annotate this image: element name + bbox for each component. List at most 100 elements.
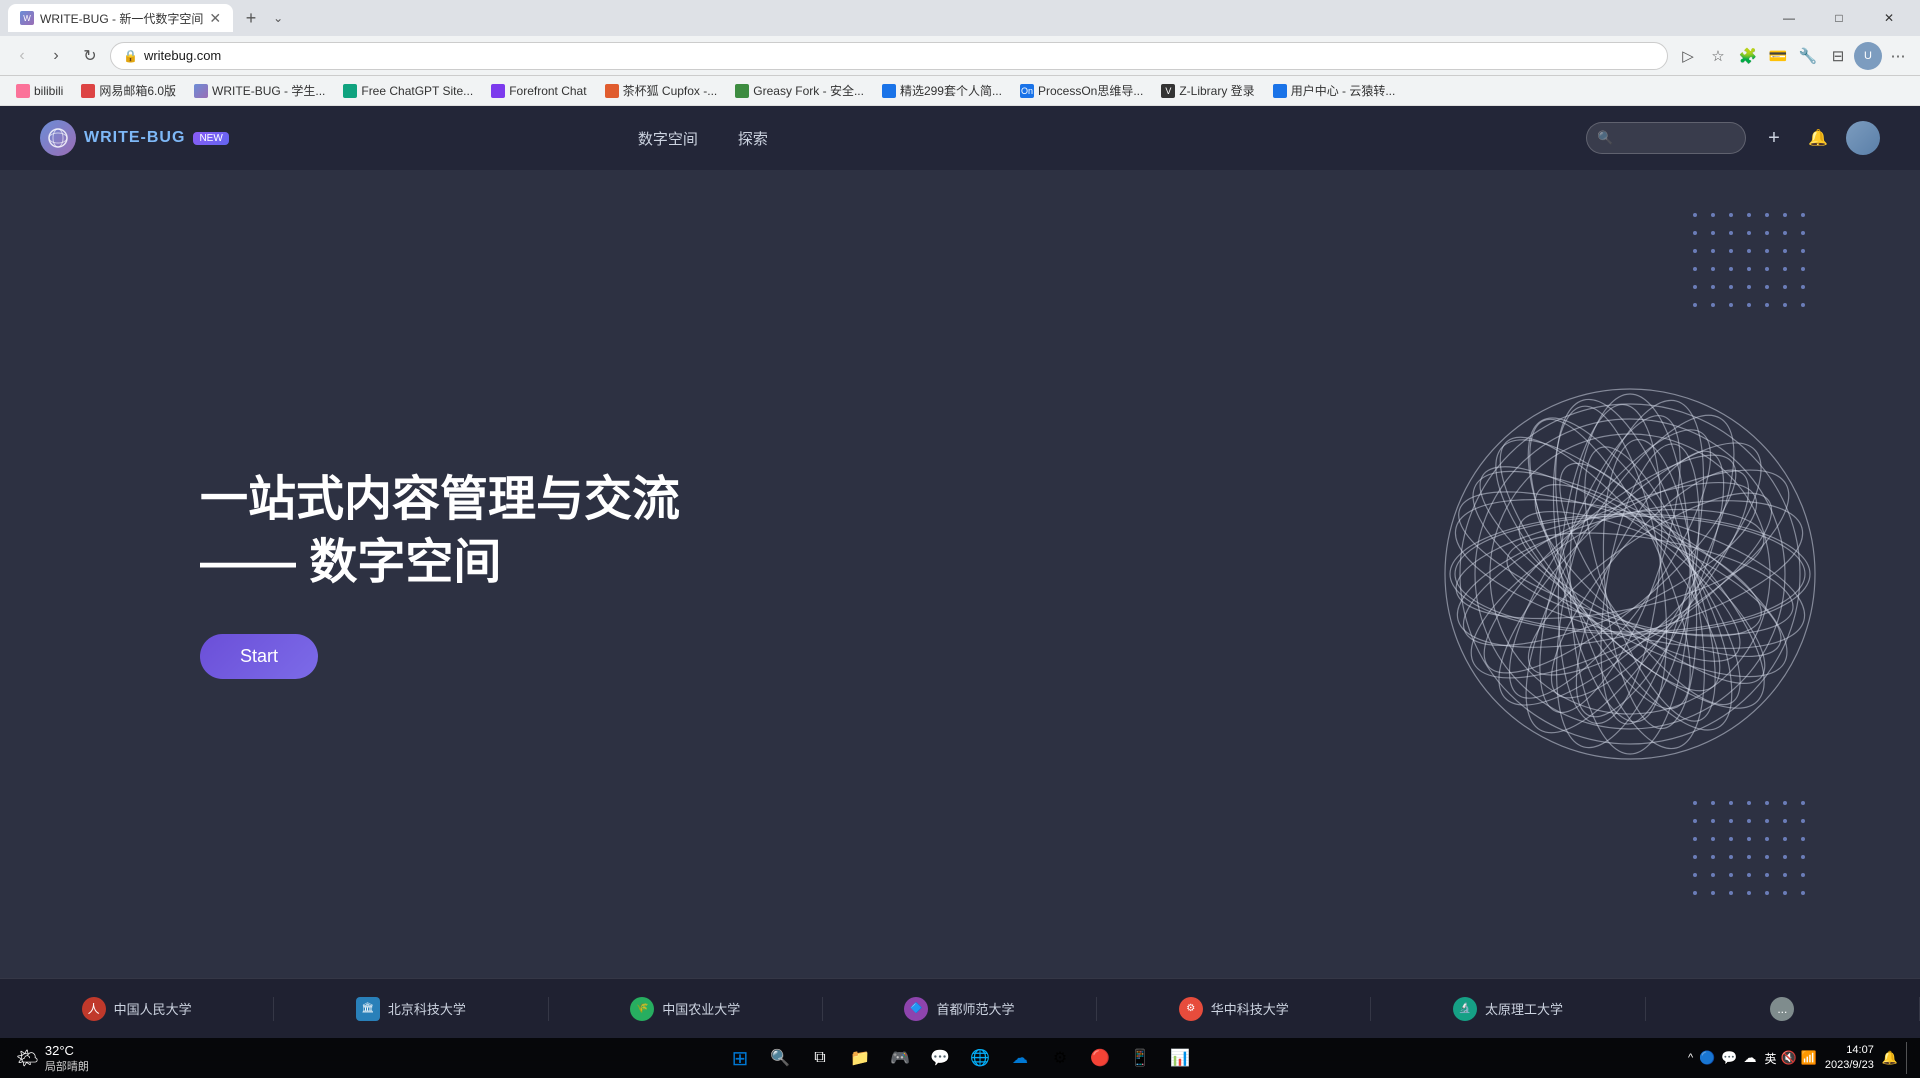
new-tab-button[interactable]: + (237, 4, 265, 32)
processon-favicon: On (1020, 84, 1034, 98)
extension-puzzle-icon[interactable]: 🧩 (1734, 42, 1762, 70)
bookmark-bilibili[interactable]: bilibili (8, 79, 71, 103)
cast-icon[interactable]: ▷ (1674, 42, 1702, 70)
uni-capital-normal[interactable]: 🔷 首都师范大学 (823, 997, 1097, 1021)
decorative-dot (1711, 213, 1715, 217)
phone-button[interactable]: 📱 (1122, 1040, 1158, 1076)
close-button[interactable]: ✕ (1866, 0, 1912, 36)
onedrive-button[interactable]: ☁ (1002, 1040, 1038, 1076)
clock-time: 14:07 (1825, 1043, 1874, 1058)
decorative-dot (1783, 891, 1787, 895)
wechat-button[interactable]: 💬 (922, 1040, 958, 1076)
netease-favicon (81, 84, 95, 98)
bookmark-zlibrary[interactable]: V Z-Library 登录 (1153, 79, 1262, 103)
decorative-dot (1747, 249, 1751, 253)
refresh-button[interactable]: ↻ (76, 42, 104, 70)
search-button[interactable]: 🔍 (762, 1040, 798, 1076)
uni-taiyuan[interactable]: 🔬 太原理工大学 (1371, 997, 1645, 1021)
decorative-dot (1765, 303, 1769, 307)
system-icons: 英 🔇 📶 (1764, 1050, 1816, 1067)
bookmark-processon[interactable]: On ProcessOn思维导... (1012, 79, 1151, 103)
university-bar: 人 中国人民大学 🏛 北京科技大学 🌾 中国农业大学 🔷 首都师范大学 ⚙ 华中… (0, 978, 1920, 1038)
nav-digital-space[interactable]: 数字空间 (638, 128, 698, 149)
bookmark-greasyfork[interactable]: Greasy Fork - 安全... (727, 79, 872, 103)
volume-icon[interactable]: 🔇 (1781, 1050, 1797, 1066)
chrome-button[interactable]: 🌐 (962, 1040, 998, 1076)
bookmark-chatgpt[interactable]: Free ChatGPT Site... (335, 79, 481, 103)
show-desktop-button[interactable] (1906, 1042, 1912, 1074)
network-icon[interactable]: 📶 (1801, 1050, 1817, 1066)
decorative-dot (1801, 285, 1805, 289)
decorative-dot (1747, 231, 1751, 235)
decorative-dot (1747, 285, 1751, 289)
bookmark-label: bilibili (34, 84, 63, 98)
forward-button[interactable]: › (42, 42, 70, 70)
minimize-button[interactable]: — (1766, 0, 1812, 36)
start-button[interactable]: ⊞ (722, 1040, 758, 1076)
uni-hust[interactable]: ⚙ 华中科技大学 (1097, 997, 1371, 1021)
notification-icon[interactable]: 🔔 (1882, 1050, 1898, 1066)
tray-icon-2[interactable]: 💬 (1721, 1050, 1737, 1066)
start-button[interactable]: Start (200, 634, 318, 679)
uni-capital-normal-icon: 🔷 (904, 997, 928, 1021)
file-explorer-button[interactable]: 📁 (842, 1040, 878, 1076)
decorative-dot (1783, 819, 1787, 823)
edge-wallet-icon[interactable]: 💳 (1764, 42, 1792, 70)
tab-favicon: W (20, 11, 34, 25)
bookmark-writebug[interactable]: WRITE-BUG - 学生... (186, 79, 333, 103)
back-button[interactable]: ‹ (8, 42, 36, 70)
bookmark-forefront[interactable]: Forefront Chat (483, 79, 594, 103)
ime-label[interactable]: 英 (1764, 1050, 1776, 1067)
weather-temp: 32°C (45, 1043, 89, 1058)
decorative-dot (1711, 819, 1715, 823)
uni-renmin[interactable]: 人 中国人民大学 (0, 997, 274, 1021)
tab-bar: W WRITE-BUG - 新一代数字空间 ✕ + ⌄ — □ ✕ (0, 0, 1920, 36)
search-bar[interactable]: 🔍 (1586, 122, 1746, 154)
tray-icon-1[interactable]: 🔵 (1699, 1050, 1715, 1066)
decorative-dot (1765, 213, 1769, 217)
bookmark-yuntech[interactable]: 用户中心 - 云猿转... (1265, 79, 1404, 103)
uni-beijing-tech[interactable]: 🏛 北京科技大学 (274, 997, 548, 1021)
task-view-button[interactable]: ⧉ (802, 1040, 838, 1076)
excel-button[interactable]: 📊 (1162, 1040, 1198, 1076)
tab-close-button[interactable]: ✕ (209, 10, 221, 27)
new-badge: NEW (193, 132, 228, 145)
weather-info: 32°C 局部晴朗 (45, 1043, 89, 1074)
uni-more[interactable]: ... (1646, 997, 1920, 1021)
bookmark-netease[interactable]: 网易邮箱6.0版 (73, 79, 184, 103)
app9-button[interactable]: 🔴 (1082, 1040, 1118, 1076)
decorative-dot (1711, 285, 1715, 289)
app4-button[interactable]: 🎮 (882, 1040, 918, 1076)
bookmark-star-icon[interactable]: ☆ (1704, 42, 1732, 70)
app8-button[interactable]: ⚙ (1042, 1040, 1078, 1076)
decorative-dot (1783, 231, 1787, 235)
active-tab[interactable]: W WRITE-BUG - 新一代数字空间 ✕ (8, 4, 233, 32)
decorative-dot (1801, 267, 1805, 271)
profile-avatar[interactable]: U (1854, 42, 1882, 70)
decorative-dot (1711, 837, 1715, 841)
logo-text: WRITE-BUG (84, 129, 185, 147)
add-button[interactable]: + (1758, 122, 1790, 154)
decorative-dot (1765, 837, 1769, 841)
notification-bell-icon[interactable]: 🔔 (1802, 122, 1834, 154)
uni-hust-icon: ⚙ (1179, 997, 1203, 1021)
bookmark-cupfox[interactable]: 茶杯狐 Cupfox -... (597, 79, 726, 103)
clock-area[interactable]: 14:07 2023/9/23 (1825, 1043, 1874, 1074)
user-avatar[interactable] (1846, 121, 1880, 155)
tray-up-arrow[interactable]: ^ (1688, 1052, 1693, 1064)
bookmark-label: WRITE-BUG - 学生... (212, 82, 325, 99)
clock-date: 2023/9/23 (1825, 1058, 1874, 1073)
uni-more-icon: ... (1770, 997, 1794, 1021)
address-bar[interactable]: 🔒 writebug.com (110, 42, 1668, 70)
nav-explore[interactable]: 探索 (738, 128, 768, 149)
search-input[interactable] (1619, 131, 1735, 146)
tray-icon-3[interactable]: ☁ (1743, 1050, 1756, 1066)
maximize-button[interactable]: □ (1816, 0, 1862, 36)
decorative-dot (1801, 213, 1805, 217)
settings-dots-icon[interactable]: ⋯ (1884, 42, 1912, 70)
sidebar-icon[interactable]: ⊟ (1824, 42, 1852, 70)
bookmark-resume[interactable]: 精选299套个人简... (874, 79, 1010, 103)
uni-agricultural[interactable]: 🌾 中国农业大学 (549, 997, 823, 1021)
extension-icon[interactable]: 🔧 (1794, 42, 1822, 70)
tab-overflow-button[interactable]: ⌄ (273, 11, 283, 25)
